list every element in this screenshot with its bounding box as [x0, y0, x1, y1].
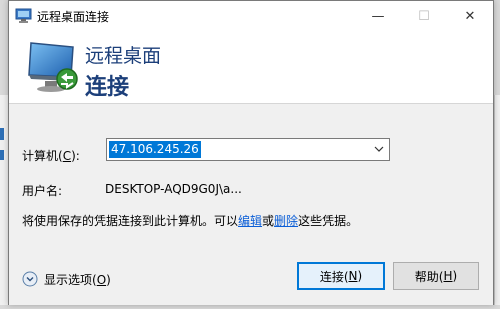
header-title-line1: 远程桌面: [85, 45, 162, 67]
rdp-dialog: 远程桌面连接 — ☐ ✕ 远程桌面 连接 计算机(C): 47.106.245.…: [8, 0, 494, 305]
username-value: DESKTOP-AQD9G0J\a...: [105, 182, 242, 196]
username-label: 用户名:: [22, 184, 63, 198]
close-button[interactable]: ✕: [447, 1, 493, 31]
maximize-button[interactable]: ☐: [401, 1, 447, 31]
minimize-button[interactable]: —: [355, 1, 401, 31]
computer-label: 计算机(C):: [22, 149, 80, 163]
background-app-marker: [0, 150, 4, 160]
delete-credentials-link[interactable]: 删除: [274, 214, 298, 228]
expand-options-icon[interactable]: [22, 271, 38, 287]
window-title: 远程桌面连接: [37, 10, 110, 24]
connect-button[interactable]: 连接(N): [297, 262, 385, 290]
edit-credentials-link[interactable]: 编辑: [238, 214, 262, 228]
remote-desktop-icon: [15, 8, 32, 23]
background-app-marker: [0, 128, 4, 140]
credentials-info: 将使用保存的凭据连接到此计算机。可以编辑或删除这些凭据。: [22, 214, 359, 228]
title-bar[interactable]: 远程桌面连接 — ☐ ✕: [9, 1, 493, 31]
show-options-label[interactable]: 显示选项(O): [44, 271, 111, 288]
header-title-line2: 连接: [85, 75, 130, 100]
dialog-header: 远程桌面 连接: [9, 31, 493, 103]
remote-desktop-monitor-icon: [28, 42, 78, 92]
dialog-body: 计算机(C): 47.106.245.26 用户名: DESKTOP-AQD9G…: [9, 103, 493, 305]
show-options-toggle[interactable]: 显示选项(O): [22, 270, 111, 288]
computer-combobox[interactable]: 47.106.245.26: [106, 138, 390, 161]
chevron-down-icon[interactable]: [373, 143, 385, 155]
help-button[interactable]: 帮助(H): [393, 262, 479, 290]
computer-input-value[interactable]: 47.106.245.26: [109, 141, 201, 158]
background-app-right: [494, 95, 500, 305]
